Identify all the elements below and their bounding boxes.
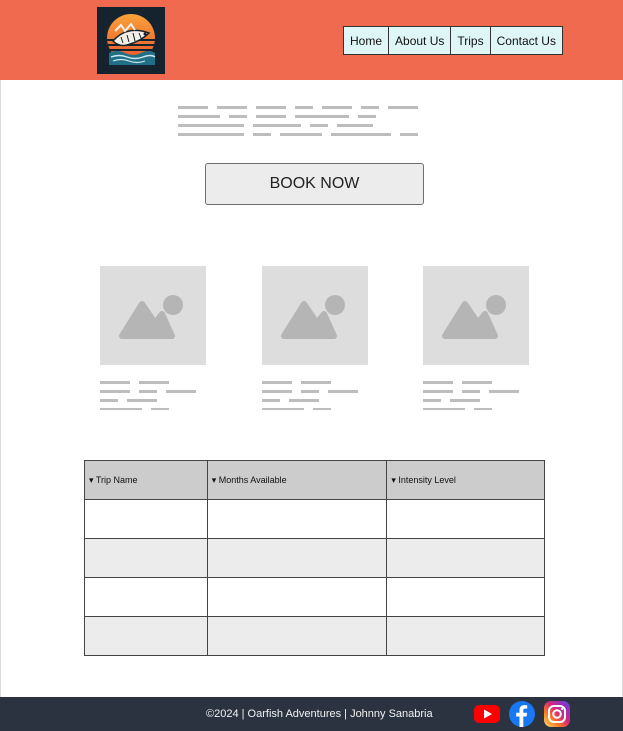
logo[interactable] [97,7,165,74]
card-placeholder-text [423,381,529,410]
table-cell [84,577,208,617]
card-placeholder-text [262,381,368,410]
table-cell [386,577,545,617]
table-cell [206,616,388,656]
book-now-button[interactable]: BOOK NOW [205,163,424,205]
header-months-available[interactable]: ▾ Months Available [206,460,388,500]
nav-home[interactable]: Home [344,27,389,54]
table-cell [386,616,545,656]
table-cell [386,499,545,539]
card-placeholder-text [100,381,206,410]
nav-about-us[interactable]: About Us [388,27,451,54]
table-row [84,616,545,656]
table-cell [84,616,208,656]
trip-card[interactable] [100,266,206,416]
table-cell [206,577,388,617]
image-placeholder [423,266,529,365]
nav-trips[interactable]: Trips [450,27,490,54]
header-intensity-level[interactable]: ▾ Intensity Level [386,460,545,500]
main-nav: Home About Us Trips Contact Us [343,26,563,55]
image-icon [442,295,506,339]
image-placeholder [262,266,368,365]
table-header-row: ▾ Trip Name ▾ Months Available ▾ Intensi… [84,460,545,500]
facebook-icon[interactable] [509,701,535,727]
table-cell [84,538,208,578]
trips-table: ▾ Trip Name ▾ Months Available ▾ Intensi… [84,460,545,656]
footer-copyright: ©2024 | Oarfish Adventures | Johnny Sana… [206,708,433,720]
instagram-icon[interactable] [544,701,570,727]
table-row [84,538,545,578]
trip-card[interactable] [262,266,368,416]
table-cell [84,499,208,539]
site-footer: ©2024 | Oarfish Adventures | Johnny Sana… [0,697,623,731]
table-cell [386,538,545,578]
image-placeholder [100,266,206,365]
table-cell [206,538,388,578]
table-cell [206,499,388,539]
table-row [84,499,545,539]
image-icon [281,295,345,339]
intro-placeholder-text [178,106,438,142]
oarfish-logo-icon [97,7,165,74]
header-trip-name[interactable]: ▾ Trip Name [84,460,208,500]
table-row [84,577,545,617]
trip-card[interactable] [423,266,529,416]
youtube-icon[interactable] [474,701,500,727]
image-icon [119,295,183,339]
site-header: Home About Us Trips Contact Us [0,0,623,80]
nav-contact-us[interactable]: Contact Us [489,27,562,54]
